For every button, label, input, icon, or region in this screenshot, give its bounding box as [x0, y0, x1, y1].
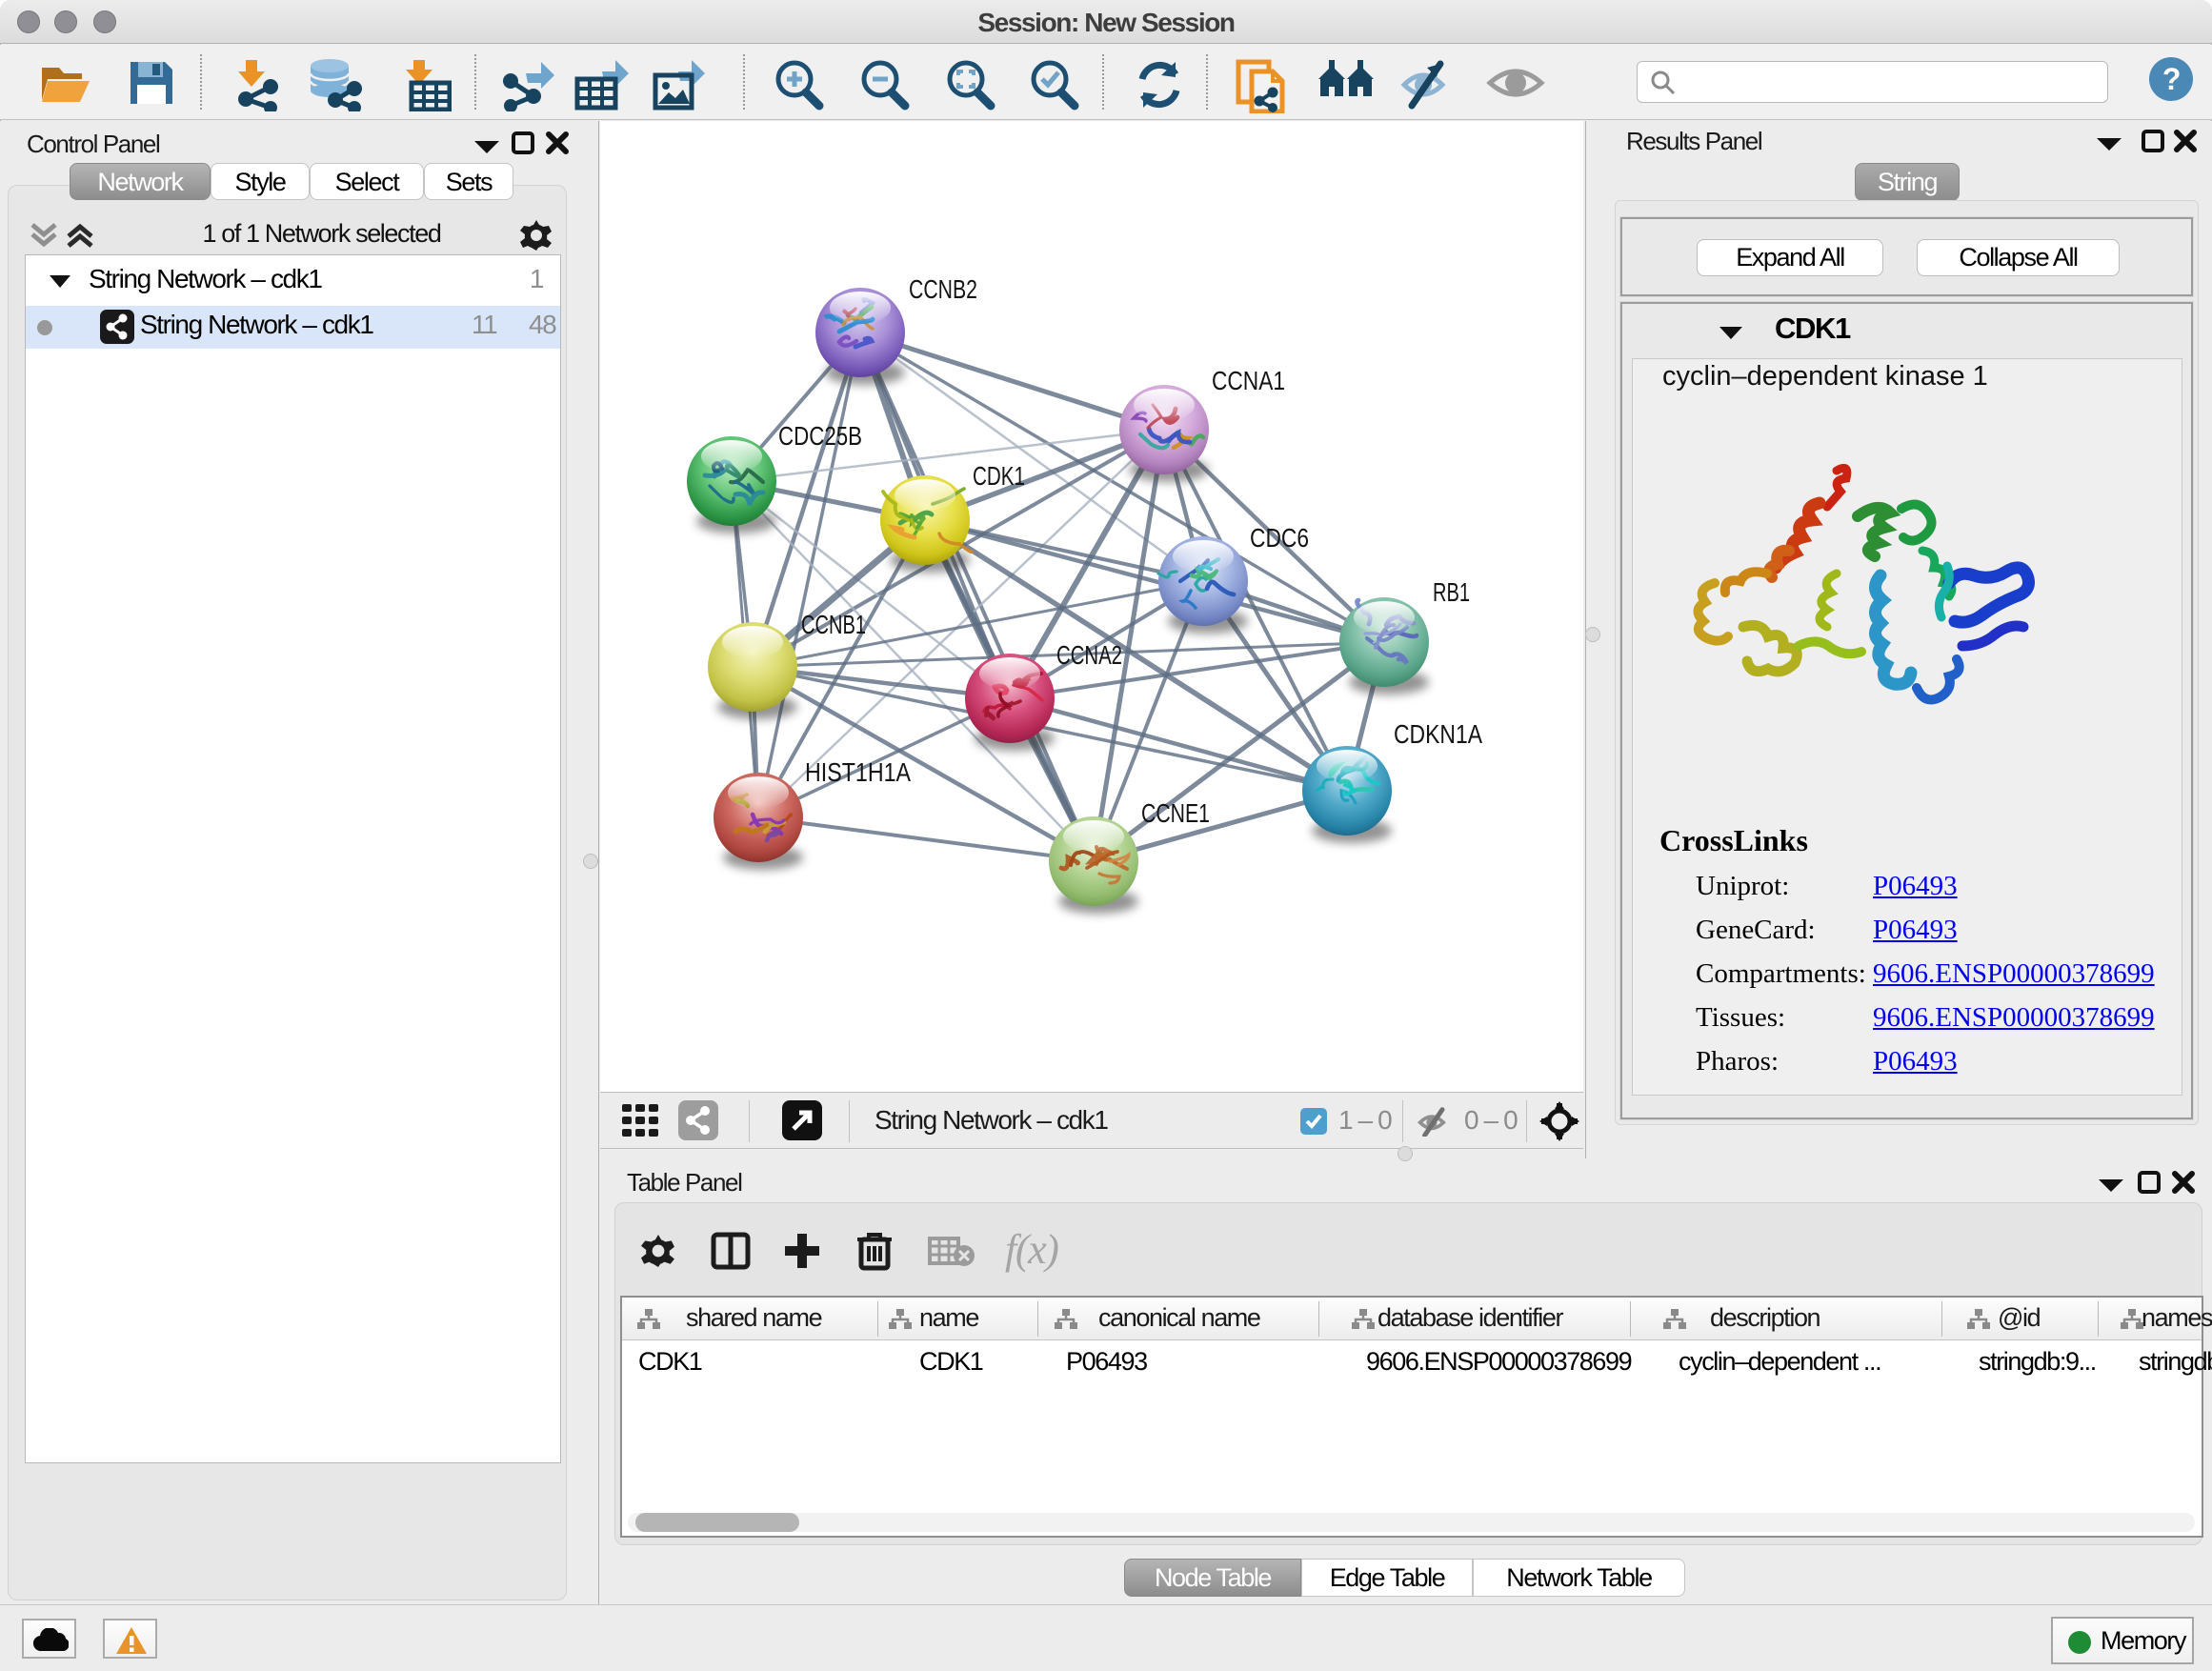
svg-text:CCNA1: CCNA1	[1212, 366, 1285, 395]
svg-text:CDK1: CDK1	[973, 461, 1025, 491]
svg-text:CCNB1: CCNB1	[801, 610, 866, 639]
svg-text:?: ?	[2162, 62, 2180, 96]
svg-text:HIST1H1A: HIST1H1A	[805, 757, 911, 787]
svg-text:RB1: RB1	[1433, 577, 1470, 607]
svg-text:CDKN1A: CDKN1A	[1394, 719, 1482, 749]
svg-text:CCNA2: CCNA2	[1056, 640, 1122, 670]
svg-text:CCNE1: CCNE1	[1141, 798, 1210, 828]
svg-text:CDC25B: CDC25B	[778, 421, 862, 451]
svg-text:CCNB2: CCNB2	[909, 274, 977, 304]
svg-text:CDC6: CDC6	[1250, 523, 1309, 553]
